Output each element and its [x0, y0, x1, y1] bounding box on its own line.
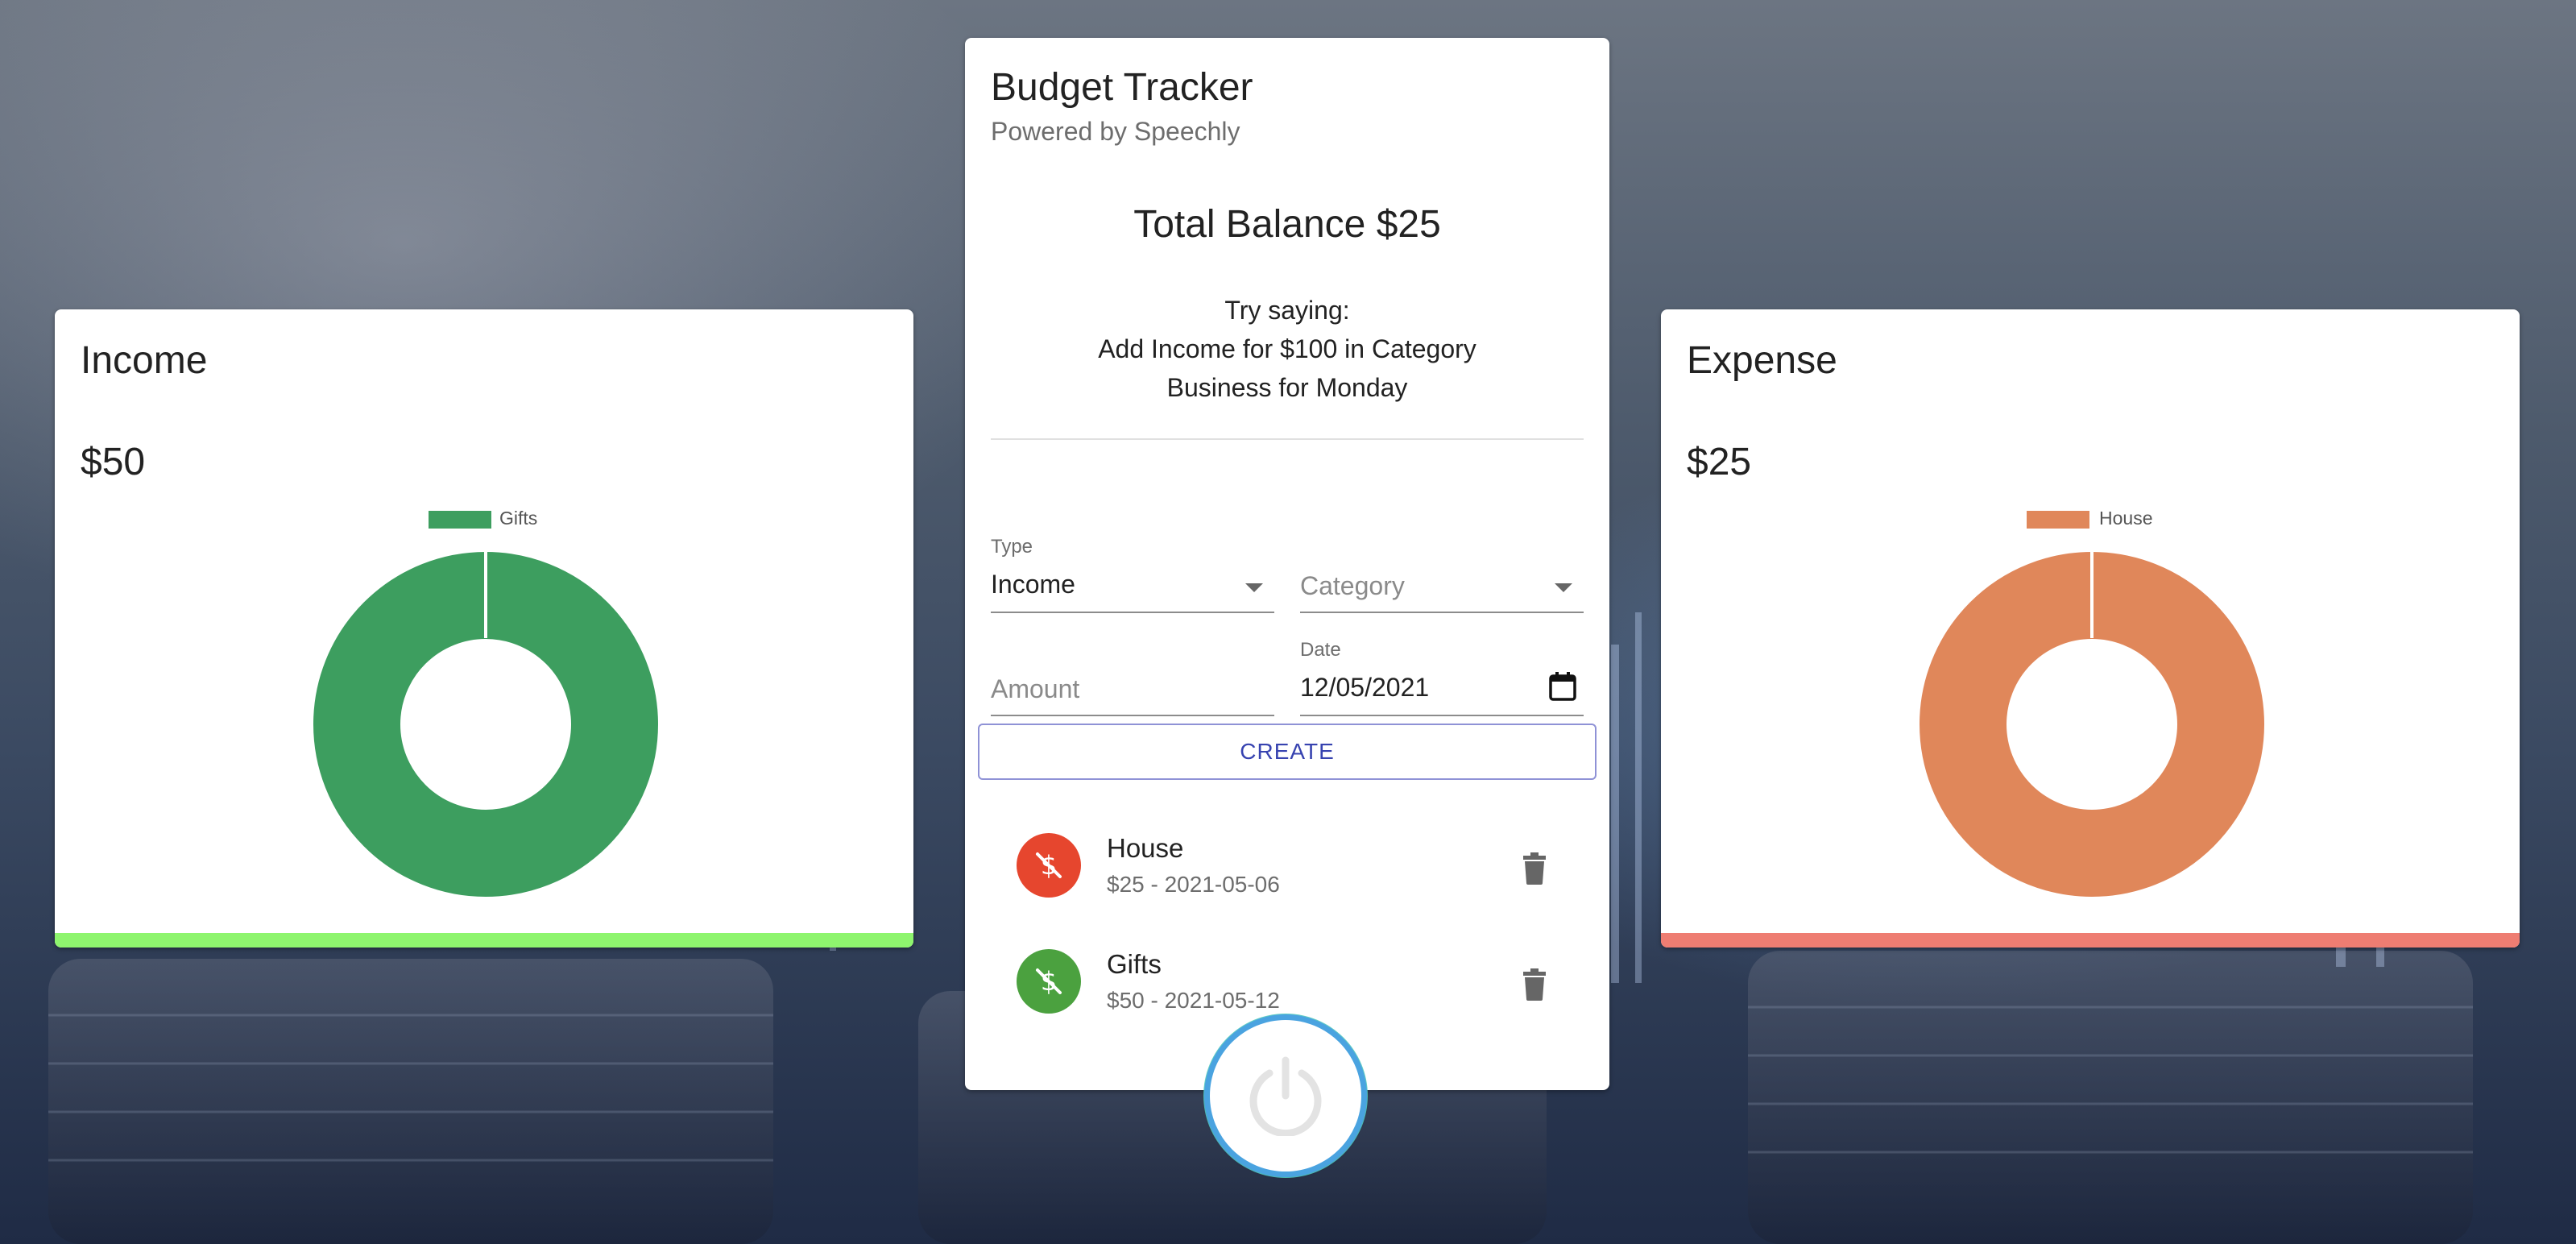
type-select[interactable]: Type Income	[991, 521, 1274, 613]
income-legend-swatch	[429, 511, 491, 529]
date-label: Date	[1300, 639, 1341, 661]
hint-line-3: Business for Monday	[1166, 373, 1408, 402]
money-off-icon: $	[1036, 966, 1062, 997]
income-card: Income $50 Gifts	[55, 309, 913, 948]
category-placeholder: Category	[1300, 571, 1405, 600]
transaction-title: Gifts	[1107, 949, 1162, 979]
expense-title: Expense	[1687, 339, 1837, 382]
money-off-icon: $	[1036, 850, 1062, 881]
transaction-avatar: $	[1017, 949, 1081, 1014]
expense-donut-chart	[1920, 552, 2264, 897]
income-amount: $50	[81, 441, 146, 483]
chevron-down-icon	[1555, 583, 1572, 592]
transaction-item[interactable]: $ Gifts $50 - 2021-05-12	[965, 938, 1609, 1026]
transaction-item[interactable]: $ House $25 - 2021-05-06	[965, 822, 1609, 910]
hint-line-2: Add Income for $100 in Category	[1098, 334, 1476, 363]
income-legend-label: Gifts	[499, 508, 538, 529]
create-button[interactable]: CREATE	[978, 724, 1597, 780]
income-bottom-bar	[55, 933, 913, 948]
type-label: Type	[991, 536, 1033, 558]
expense-card: Expense $25 House	[1661, 309, 2520, 948]
date-value: 12/05/2021	[1300, 673, 1430, 702]
trash-icon[interactable]	[1521, 852, 1548, 885]
income-title: Income	[81, 339, 208, 382]
power-icon	[1249, 1056, 1322, 1136]
voice-hint: Try saying: Add Income for $100 in Categ…	[965, 291, 1609, 407]
chevron-down-icon	[1245, 583, 1263, 592]
budget-tracker-card: Budget Tracker Powered by Speechly Total…	[965, 38, 1609, 1090]
trash-icon[interactable]	[1521, 968, 1548, 1001]
transaction-details: $50 - 2021-05-12	[1107, 988, 1280, 1013]
transaction-details: $25 - 2021-05-06	[1107, 872, 1280, 897]
hint-line-1: Try saying:	[1224, 296, 1350, 325]
income-donut-chart	[313, 552, 658, 897]
transaction-avatar: $	[1017, 833, 1081, 898]
expense-legend-label: House	[2099, 508, 2153, 529]
category-select[interactable]: Category	[1300, 521, 1584, 613]
amount-placeholder: Amount	[991, 674, 1080, 703]
date-input[interactable]: Date 12/05/2021	[1300, 626, 1584, 716]
amount-input[interactable]: Amount	[991, 626, 1274, 716]
divider	[991, 438, 1584, 440]
expense-legend[interactable]: House	[1661, 506, 2520, 530]
expense-legend-swatch	[2027, 511, 2089, 529]
expense-bottom-bar	[1661, 933, 2520, 948]
calendar-icon[interactable]	[1548, 671, 1577, 702]
app-subtitle: Powered by Speechly	[991, 117, 1240, 146]
total-balance: Total Balance $25	[1133, 203, 1441, 246]
type-value: Income	[991, 570, 1075, 599]
expense-amount: $25	[1687, 441, 1752, 483]
income-legend[interactable]: Gifts	[55, 506, 913, 530]
microphone-power-button[interactable]	[1210, 1020, 1361, 1171]
app-title: Budget Tracker	[991, 66, 1253, 109]
transaction-title: House	[1107, 833, 1184, 863]
